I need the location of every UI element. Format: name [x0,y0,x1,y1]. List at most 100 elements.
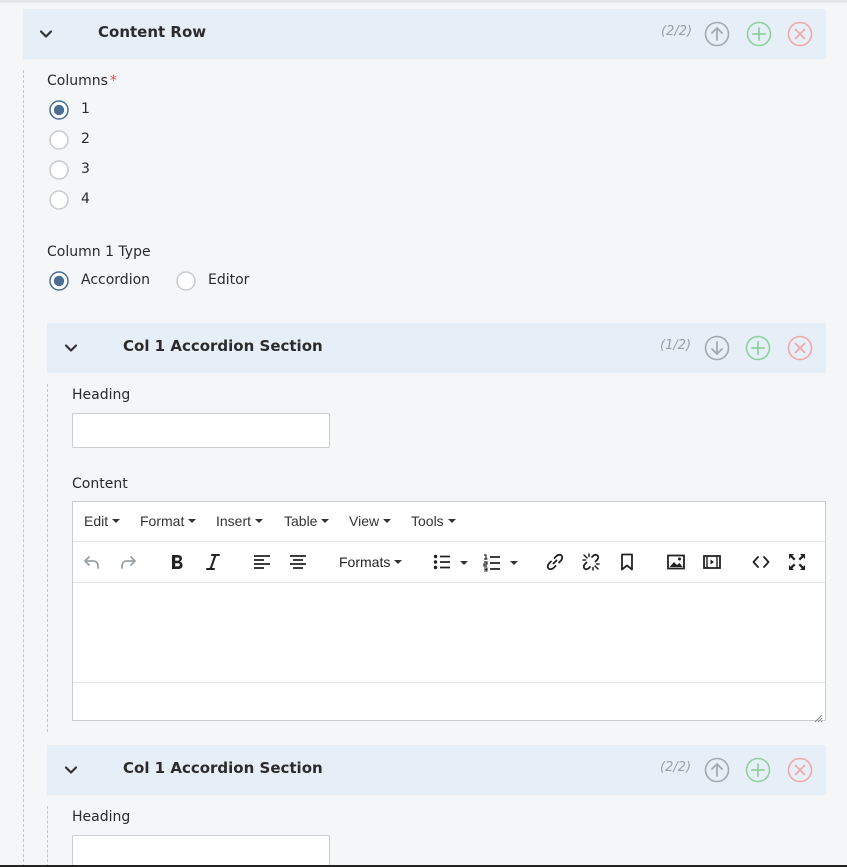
heading-input-1[interactable] [72,413,330,448]
move-up-button[interactable] [704,21,730,47]
caret-down-icon [447,519,456,523]
editor-menubar: Edit Format Insert Table View Tools [73,502,825,542]
bold-icon[interactable] [167,552,187,572]
menu-table-label: Table [284,513,318,529]
resize-handle-icon[interactable] [813,708,823,723]
content-row-indent-line [23,70,24,867]
caret-down-icon [321,519,330,523]
columns-radio-1[interactable] [49,100,69,120]
caret-down-icon [394,560,403,564]
section-title-2: Col 1 Accordion Section [123,759,323,777]
plus-circle-icon [745,757,771,783]
close-circle-icon [787,21,813,47]
link-icon[interactable] [545,552,565,572]
align-center-icon[interactable] [288,552,308,572]
columns-label: Columns * [47,73,117,89]
content-row-counter: (2/2) [661,24,693,39]
menu-edit-label: Edit [84,513,109,529]
numbered-list-icon[interactable] [482,552,502,572]
columns-radio-4[interactable] [49,190,69,210]
heading-label-1: Heading [72,387,131,403]
section-title-1: Col 1 Accordion Section [123,337,323,355]
chevron-down-icon[interactable] [64,341,78,355]
plus-circle-icon [745,335,771,361]
page: Content Row (2/2) Columns * 1 2 3 4 Colum… [0,0,847,867]
heading-label-2: Heading [72,809,131,825]
columns-option-1[interactable]: 1 [81,101,90,117]
column-type-radio-editor[interactable] [176,271,196,291]
caret-down-icon [112,519,121,523]
section-2-indent-line [47,806,48,867]
bullet-list-icon[interactable] [432,552,452,572]
column-type-option-accordion[interactable]: Accordion [81,272,150,288]
menu-tools-label: Tools [411,513,444,529]
arrow-up-circle-icon [704,21,730,47]
columns-label-text: Columns [47,73,108,89]
source-code-icon[interactable] [751,552,771,572]
menu-tools[interactable]: Tools [411,513,456,529]
columns-option-2[interactable]: 2 [81,131,90,147]
content-row-header[interactable]: Content Row (2/2) [23,9,826,59]
remove-button[interactable] [787,757,813,783]
arrow-up-circle-icon [704,757,730,783]
menu-view[interactable]: View [349,513,392,529]
add-button[interactable] [745,757,771,783]
caret-down-icon [188,519,197,523]
content-label: Content [72,476,128,492]
accordion-section-header-1[interactable]: Col 1 Accordion Section (1/2) [47,323,826,373]
menu-view-label: View [349,513,380,529]
numbered-list-caret-icon[interactable] [510,561,518,565]
add-button[interactable] [745,335,771,361]
bullet-list-caret-icon[interactable] [460,561,468,565]
editor-statusbar [73,682,825,723]
columns-radio-2[interactable] [49,130,69,150]
italic-icon[interactable] [203,552,223,572]
chevron-down-icon[interactable] [64,763,78,777]
columns-option-4[interactable]: 4 [81,191,90,207]
menu-insert[interactable]: Insert [216,513,264,529]
required-asterisk: * [109,73,117,89]
move-down-button[interactable] [704,335,730,361]
media-icon[interactable] [702,552,722,572]
heading-input-2[interactable] [72,835,330,867]
chevron-down-icon[interactable] [39,27,53,41]
undo-icon[interactable] [82,552,102,572]
plus-circle-icon [746,21,772,47]
column-type-option-editor[interactable]: Editor [208,272,249,288]
menu-edit[interactable]: Edit [84,513,121,529]
section-counter-2: (2/2) [660,760,692,775]
editor-content-area[interactable] [73,583,825,683]
accordion-section-header-2[interactable]: Col 1 Accordion Section (2/2) [47,745,826,795]
fullscreen-icon[interactable] [787,552,807,572]
menu-insert-label: Insert [216,513,252,529]
rich-text-editor: Edit Format Insert Table View Tools Form… [72,501,826,723]
top-divider [0,0,847,3]
menu-format-label: Format [140,513,185,529]
move-up-button[interactable] [704,757,730,783]
add-button[interactable] [746,21,772,47]
columns-radio-3[interactable] [49,160,69,180]
close-circle-icon [787,757,813,783]
column-type-radio-accordion[interactable] [49,271,69,291]
arrow-down-circle-icon [704,335,730,361]
caret-down-icon [255,519,264,523]
close-circle-icon [787,335,813,361]
menu-table[interactable]: Table [284,513,330,529]
caret-down-icon [383,519,392,523]
editor-toolbar: Formats [73,542,825,583]
formats-label: Formats [339,554,391,570]
formats-dropdown[interactable]: Formats [339,554,403,570]
remove-button[interactable] [787,21,813,47]
section-1-indent-line [47,384,48,732]
remove-button[interactable] [787,335,813,361]
image-icon[interactable] [666,552,686,572]
section-counter-1: (1/2) [660,338,692,353]
bookmark-icon[interactable] [617,552,637,572]
align-left-icon[interactable] [252,552,272,572]
columns-option-3[interactable]: 3 [81,161,90,177]
menu-format[interactable]: Format [140,513,197,529]
unlink-icon[interactable] [581,552,601,572]
column-type-label: Column 1 Type [47,244,151,260]
content-row-title: Content Row [98,23,207,41]
redo-icon[interactable] [118,552,138,572]
